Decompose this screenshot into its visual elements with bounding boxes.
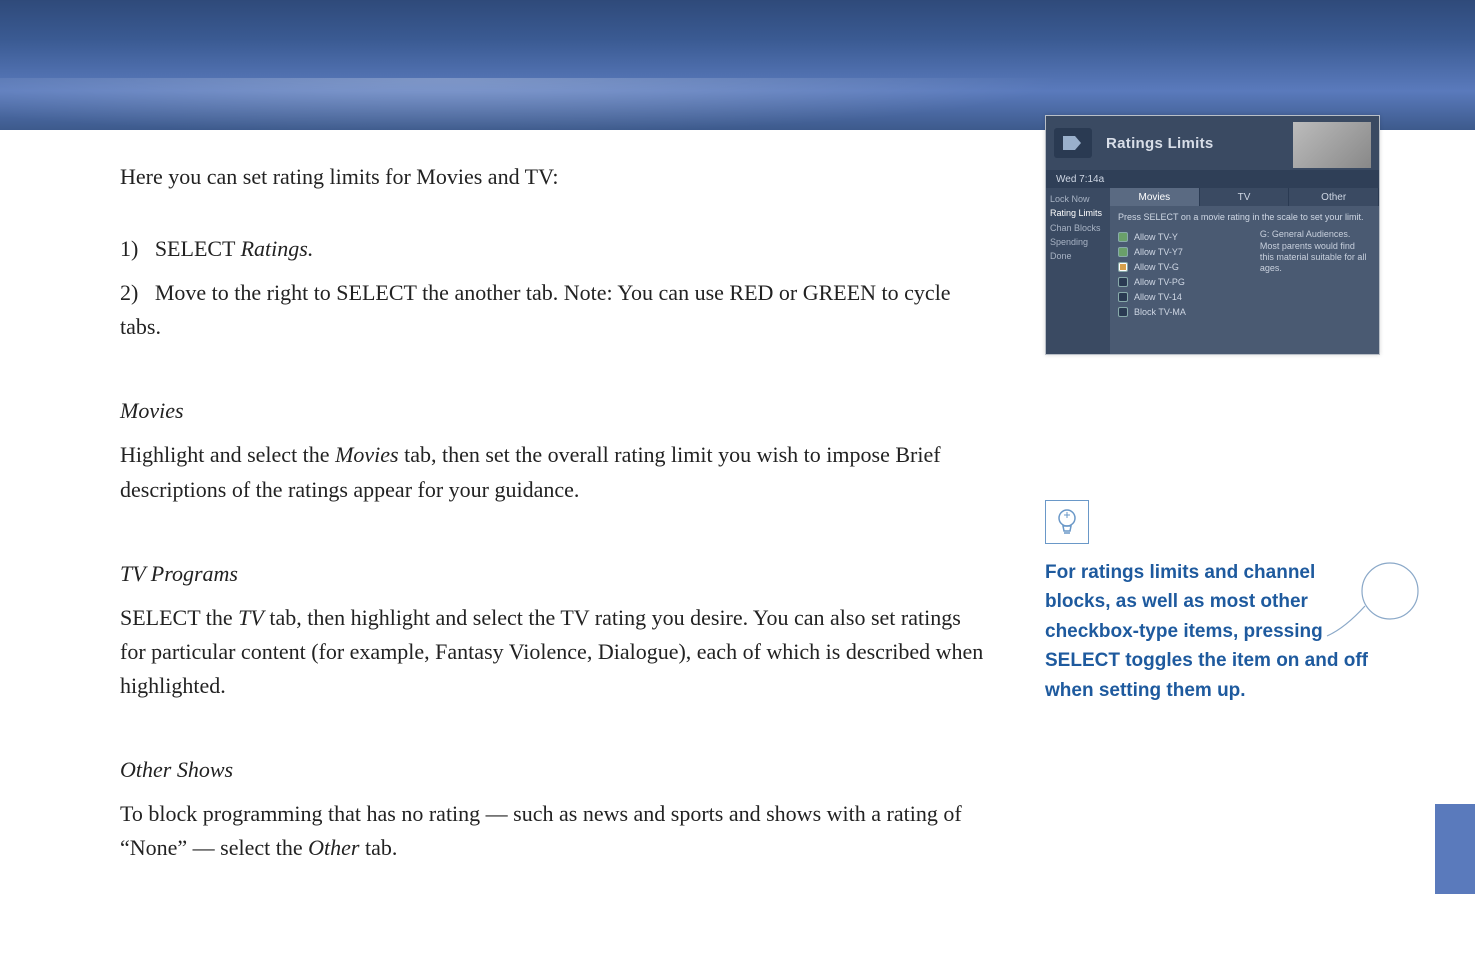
row-label: Allow TV-Y — [1134, 232, 1178, 242]
intro-text: Here you can set rating limits for Movie… — [120, 160, 990, 194]
tv-p-em: TV — [238, 605, 264, 630]
screenshot-title: Ratings Limits — [1106, 135, 1214, 152]
list-item: Allow TV-Y — [1118, 229, 1254, 244]
screenshot-instruction: Press SELECT on a movie rating in the sc… — [1110, 206, 1379, 229]
step-1: 1) SELECT Ratings. — [120, 232, 990, 266]
page-header-banner — [0, 0, 1475, 130]
lightbulb-icon — [1045, 500, 1089, 544]
list-item: Allow TV-G — [1118, 259, 1254, 274]
other-paragraph: To block programming that has no rating … — [120, 797, 990, 865]
ratings-limits-screenshot: Ratings Limits Wed 7:14a Lock Now Rating… — [1045, 115, 1380, 355]
list-item: Block TV-MA — [1118, 304, 1254, 319]
lock-closed-icon — [1118, 277, 1128, 287]
body-text-column: Here you can set rating limits for Movie… — [120, 160, 990, 875]
sidebar-lock-now: Lock Now — [1050, 194, 1106, 204]
tv-p-a: SELECT the — [120, 605, 238, 630]
tv-heading: TV Programs — [120, 557, 990, 591]
movies-heading: Movies — [120, 394, 990, 428]
row-label: Block TV-MA — [1134, 307, 1186, 317]
other-p-b: tab. — [359, 835, 397, 860]
row-label: Allow TV-14 — [1134, 292, 1182, 302]
list-item: Allow TV-PG — [1118, 274, 1254, 289]
row-label: Allow TV-PG — [1134, 277, 1185, 287]
tab-tv: TV — [1200, 188, 1290, 206]
rating-description: G: General Audiences. Most parents would… — [1254, 229, 1371, 319]
sidebar-spending: Spending — [1050, 237, 1106, 247]
screenshot-sidebar: Lock Now Rating Limits Chan Blocks Spend… — [1046, 188, 1110, 354]
movies-paragraph: Highlight and select the Movies tab, the… — [120, 438, 990, 506]
step-2: 2) Move to the right to SELECT the anoth… — [120, 276, 990, 344]
lock-selected-icon — [1118, 262, 1128, 272]
other-heading: Other Shows — [120, 753, 990, 787]
sidebar-done: Done — [1050, 251, 1106, 261]
row-label: Allow TV-G — [1134, 262, 1179, 272]
step-1-prefix: 1) SELECT — [120, 236, 241, 261]
tab-movies: Movies — [1110, 188, 1200, 206]
other-p-a: To block programming that has no rating … — [120, 801, 962, 860]
page-edge-tab — [1435, 804, 1475, 894]
screenshot-main: Movies TV Other Press SELECT on a movie … — [1110, 188, 1379, 354]
movies-p-a: Highlight and select the — [120, 442, 335, 467]
callout-balloon-icon — [1315, 556, 1425, 651]
lock-closed-icon — [1118, 307, 1128, 317]
lock-closed-icon — [1118, 292, 1128, 302]
preview-thumbnail — [1293, 122, 1371, 168]
screenshot-tabs: Movies TV Other — [1110, 188, 1379, 206]
list-item: Allow TV-14 — [1118, 289, 1254, 304]
other-p-em: Other — [308, 835, 359, 860]
list-item: Allow TV-Y7 — [1118, 244, 1254, 259]
screenshot-time: Wed 7:14a — [1046, 170, 1379, 188]
lock-open-icon — [1118, 247, 1128, 257]
sidebar-chan-blocks: Chan Blocks — [1050, 223, 1106, 233]
ratings-list: Allow TV-Y Allow TV-Y7 Allow TV-G Allow … — [1118, 229, 1254, 319]
lock-open-icon — [1118, 232, 1128, 242]
directv-logo-icon — [1054, 128, 1092, 158]
sidebar-rating-limits: Rating Limits — [1050, 208, 1106, 218]
tab-other: Other — [1289, 188, 1379, 206]
tv-paragraph: SELECT the TV tab, then highlight and se… — [120, 601, 990, 703]
row-label: Allow TV-Y7 — [1134, 247, 1183, 257]
step-1-emph: Ratings. — [241, 236, 314, 261]
screenshot-header: Ratings Limits — [1046, 116, 1379, 170]
movies-p-em: Movies — [335, 442, 399, 467]
